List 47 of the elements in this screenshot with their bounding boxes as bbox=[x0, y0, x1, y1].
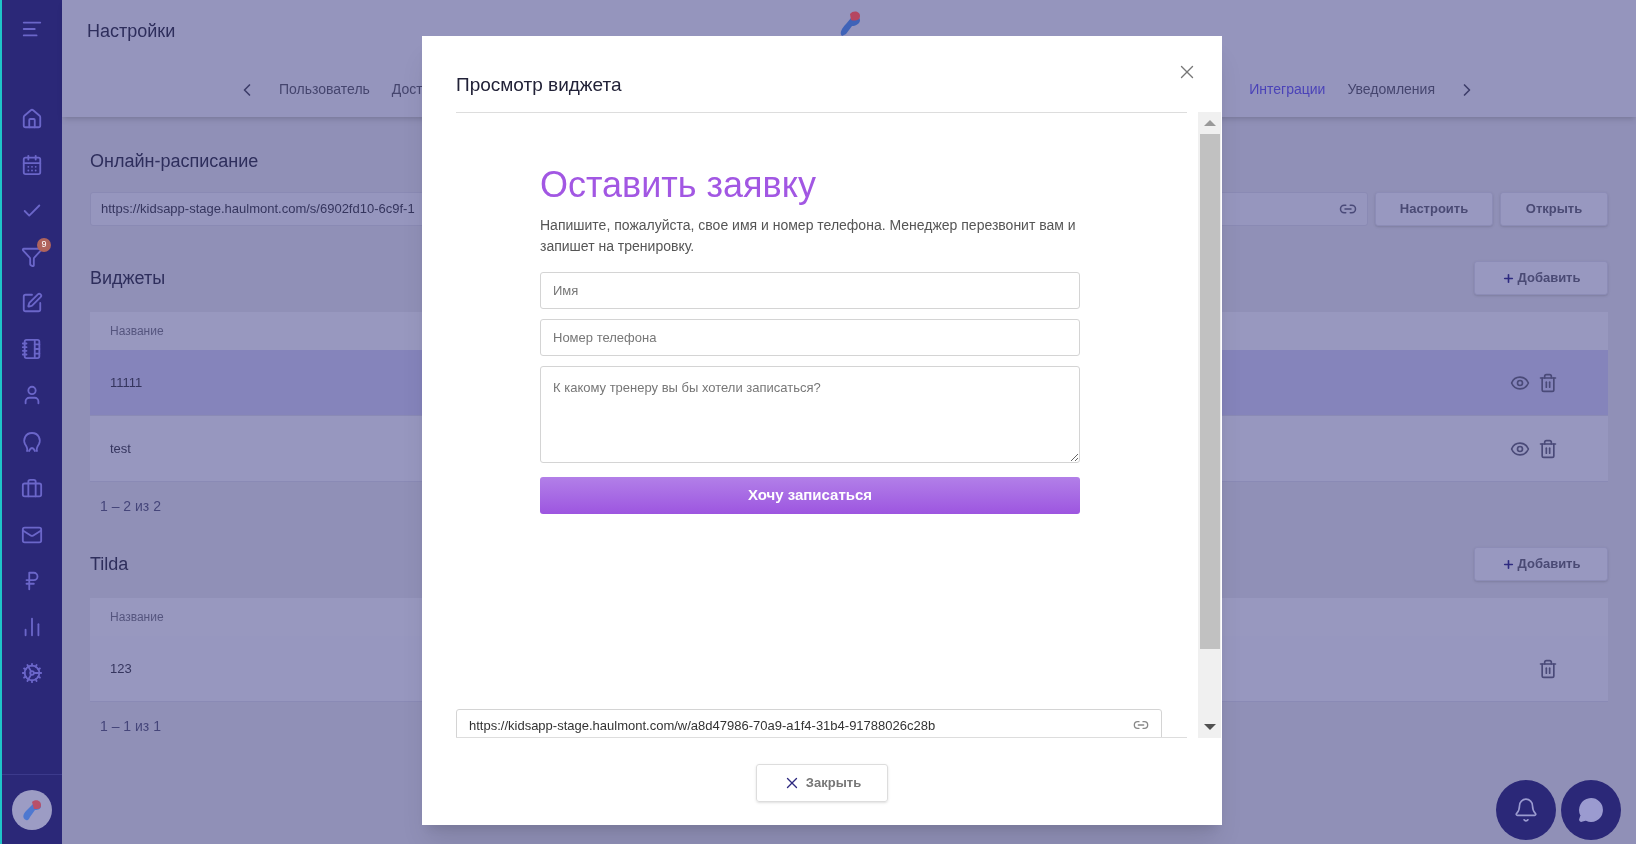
link-field[interactable]: https://kidsapp-stage.haulmont.com/w/a8d47986-70a9-a1f4-31b4-91788026c28b bbox=[456, 708, 1162, 737]
message-field[interactable]: К какому тренеру вы бы хотели записаться? bbox=[540, 365, 1080, 463]
funnel-icon[interactable] bbox=[21, 246, 43, 268]
scrollbar[interactable] bbox=[1198, 111, 1221, 738]
action-button[interactable]: Настроить bbox=[1375, 192, 1493, 226]
mail-icon[interactable] bbox=[21, 524, 43, 546]
submit-button[interactable]: Хочу записаться bbox=[540, 476, 1080, 514]
briefcase-icon[interactable] bbox=[21, 478, 43, 500]
head-icon[interactable] bbox=[21, 430, 43, 454]
text-field[interactable]: Имя bbox=[540, 271, 1080, 309]
pagination-label: 1 – 2 из 2 bbox=[100, 497, 161, 516]
form-heading: Оставить заявку bbox=[540, 162, 817, 207]
text-field[interactable]: Номер телефона bbox=[540, 318, 1080, 356]
trash-icon[interactable] bbox=[1538, 658, 1558, 679]
plus-icon bbox=[1501, 557, 1515, 571]
section-title: Онлайн-расписание bbox=[90, 150, 259, 173]
trash-icon[interactable] bbox=[1538, 372, 1558, 393]
edit-icon[interactable] bbox=[21, 292, 43, 314]
tab[interactable]: Интеграции bbox=[1249, 79, 1326, 100]
chat-button[interactable] bbox=[1561, 780, 1621, 840]
count-badge: 9 bbox=[37, 238, 51, 252]
plus-icon bbox=[1501, 271, 1515, 285]
pagination-label: 1 – 1 из 1 bbox=[100, 717, 161, 736]
chat-bubble-icon bbox=[1578, 797, 1604, 823]
bell-icon bbox=[1513, 797, 1539, 823]
table-cell-text: test bbox=[110, 439, 131, 458]
section-title: Виджеты bbox=[90, 266, 166, 290]
add-button[interactable]: Добавить bbox=[1474, 547, 1608, 581]
calendar-icon[interactable] bbox=[21, 154, 43, 176]
section-title: Tilda bbox=[90, 552, 129, 576]
table-cell-text: 123 bbox=[110, 659, 132, 678]
form-description: Напишите, пожалуйста, свое имя и номер телефона. Менеджер перезвонит вам и запишет на тренировку. bbox=[540, 215, 1077, 256]
action-button[interactable]: Открыть bbox=[1500, 192, 1608, 226]
bell-button[interactable] bbox=[1496, 780, 1556, 840]
home-icon[interactable] bbox=[21, 108, 43, 130]
tab[interactable]: Дост bbox=[391, 79, 423, 100]
table-cell-text: 11111 bbox=[110, 373, 143, 392]
close-button[interactable]: Закрыть bbox=[756, 763, 888, 802]
logo-icon[interactable] bbox=[12, 790, 52, 830]
notebook-icon[interactable] bbox=[21, 338, 43, 360]
trash-icon[interactable] bbox=[1538, 438, 1558, 459]
modal-title: Просмотр виджета bbox=[456, 73, 622, 97]
add-button[interactable]: Добавить bbox=[1474, 261, 1608, 295]
tab[interactable]: Пользователь bbox=[279, 79, 370, 100]
tab[interactable]: Уведомления bbox=[1347, 79, 1435, 100]
gear-icon[interactable] bbox=[21, 662, 43, 684]
page-title: Настройки bbox=[87, 20, 176, 43]
